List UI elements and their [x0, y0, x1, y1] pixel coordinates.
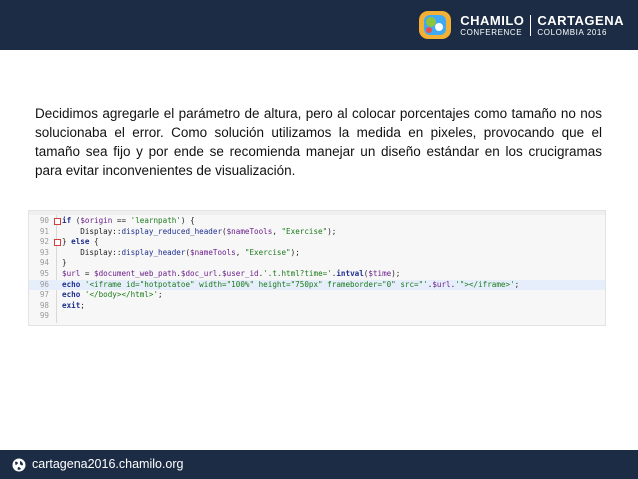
code-token: $url: [62, 269, 81, 278]
line-number: 90: [39, 216, 49, 225]
chamilo-cartagena-logo: CHAMILO CONFERENCE CARTAGENA COLOMBIA 20…: [418, 8, 624, 42]
footer-url[interactable]: cartagena2016.chamilo.org: [32, 457, 184, 472]
code-token: ;: [158, 290, 163, 300]
code-token: $time: [368, 269, 392, 278]
line-number: 92: [39, 237, 49, 247]
code-token: =: [80, 269, 95, 278]
line-number: 97: [39, 290, 49, 300]
code-text: }: [62, 258, 67, 269]
header-bar: CHAMILO CONFERENCE CARTAGENA COLOMBIA 20…: [0, 0, 638, 50]
code-token: ;: [514, 279, 520, 289]
logo-chamilo-text: CHAMILO: [460, 12, 525, 28]
code-screenshot: 90 if ($origin == 'learnpath') {91 Displa…: [28, 210, 606, 326]
line-number: 93: [39, 247, 49, 257]
code-token: ) {: [180, 216, 195, 225]
code-token: ;: [80, 300, 85, 310]
code-text: if ($origin == 'learnpath') {: [62, 216, 195, 227]
logo-colombia-text: COLOMBIA 2016: [537, 27, 608, 37]
code-token: $nameTools: [190, 247, 236, 257]
line-number: 96: [39, 279, 49, 289]
line-number: 95: [39, 269, 49, 278]
code-token: intval: [336, 269, 364, 278]
code-line: 98 exit;: [29, 301, 605, 312]
code-token: exit: [62, 300, 81, 310]
line-number: 99: [39, 311, 49, 321]
code-text: Display::display_header($nameTools, "Exe…: [62, 248, 300, 259]
code-token: "Exercise": [281, 226, 328, 236]
code-token: $doc_url: [180, 269, 218, 278]
code-token: echo: [62, 279, 81, 289]
code-line: 94}: [29, 258, 605, 269]
logo-cartagena-text: CARTAGENA: [537, 12, 624, 28]
code-token: 'learnpath': [130, 216, 181, 225]
code-text: Display::display_reduced_header($nameToo…: [62, 227, 336, 238]
line-number: 94: [39, 258, 49, 268]
code-line: 97 echo '</body></html>';: [29, 290, 605, 301]
code-line: 93 Display::display_header($nameTools, "…: [29, 248, 605, 259]
code-line: 95 $url = $document_web_path.$doc_url.$us…: [29, 269, 605, 280]
code-token: );: [391, 269, 401, 278]
code-token: $nameTools: [226, 226, 273, 236]
code-text: $url = $document_web_path.$doc_url.$user…: [62, 269, 400, 280]
code-token: '<iframe id="hotpotatoe" width="100%" he…: [84, 279, 428, 289]
code-token: }: [62, 258, 67, 268]
globe-icon: [12, 458, 26, 472]
code-token: display_reduced_header: [121, 226, 223, 236]
code-line: 99: [29, 311, 605, 322]
code-token: ,: [235, 247, 245, 257]
code-token: {: [89, 237, 99, 247]
code-line: 91 Display::display_reduced_header($name…: [29, 227, 605, 238]
footer-bar: cartagena2016.chamilo.org: [0, 450, 638, 479]
code-top-strip: [29, 211, 605, 215]
code-line: 90 if ($origin == 'learnpath') {: [29, 216, 605, 227]
code-text: exit;: [62, 301, 85, 312]
code-token: $origin: [80, 216, 113, 225]
fold-marker-icon[interactable]: [54, 218, 61, 225]
code-text: } else {: [62, 237, 99, 248]
code-line: 92} else {: [29, 237, 605, 248]
code-token: ==: [112, 216, 131, 225]
code-token: $url: [432, 279, 451, 289]
code-token: if: [62, 216, 72, 225]
slide-paragraph: Decidimos agregarle el parámetro de altu…: [35, 106, 602, 178]
code-token: '</body></html>': [84, 290, 159, 300]
code-text: echo '<iframe id="hotpotatoe" width="100…: [62, 280, 519, 291]
fold-marker-icon[interactable]: [54, 239, 61, 247]
code-token: Display::: [62, 226, 122, 236]
code-token: (: [71, 216, 81, 225]
code-token: $document_web_path: [94, 269, 177, 278]
code-token: else: [71, 237, 90, 247]
code-token: }: [62, 237, 72, 247]
logo-conference-text: CONFERENCE: [460, 27, 523, 37]
code-text: echo '</body></html>';: [62, 290, 163, 301]
code-token: display_header: [121, 247, 186, 257]
code-token: "Exercise": [244, 247, 291, 257]
line-number: 98: [39, 300, 49, 310]
code-token: '.t.html?time=': [263, 269, 332, 278]
code-token: '"></iframe>': [455, 279, 515, 289]
code-line: 96 echo '<iframe id="hotpotatoe" width="1…: [29, 279, 605, 291]
code-token: Display::: [62, 247, 122, 257]
code-token: );: [327, 226, 337, 236]
logo-divider: [530, 14, 532, 36]
code-token: echo: [62, 290, 81, 300]
code-token: );: [290, 247, 300, 257]
line-number: 91: [39, 226, 49, 236]
chamilo-logo-icon: [419, 11, 452, 39]
code-token: $user_id: [222, 269, 259, 278]
